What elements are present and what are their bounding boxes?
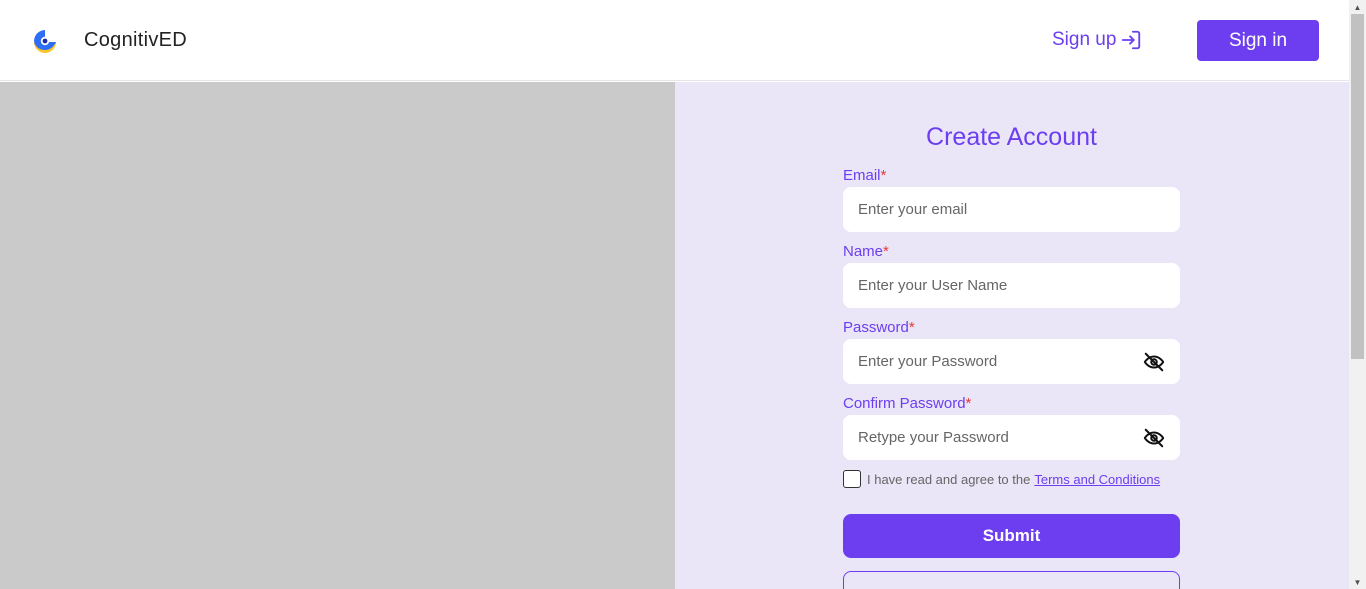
password-field[interactable] bbox=[843, 339, 1180, 384]
cognitived-logo-icon[interactable] bbox=[30, 26, 60, 56]
eye-off-icon[interactable] bbox=[1143, 351, 1165, 373]
brand-name[interactable]: CognitivED bbox=[84, 29, 187, 52]
scroll-down-arrow-icon[interactable]: ▼ bbox=[1349, 575, 1366, 589]
required-mark: * bbox=[908, 319, 915, 336]
scrollbar-thumb[interactable] bbox=[1351, 14, 1364, 359]
required-mark: * bbox=[880, 167, 887, 184]
page-title: Create Account bbox=[926, 123, 1097, 151]
name-field-wrapper bbox=[843, 263, 1180, 308]
email-label: Email* bbox=[843, 167, 887, 184]
signup-panel bbox=[675, 82, 1349, 589]
required-mark: * bbox=[965, 395, 972, 412]
confirm-password-label: Confirm Password* bbox=[843, 395, 972, 412]
scroll-up-arrow-icon[interactable]: ▲ bbox=[1349, 0, 1366, 14]
terms-row: I have read and agree to the Terms and C… bbox=[843, 470, 1160, 488]
top-nav-bar: CognitivED Sign up Sign in bbox=[0, 0, 1349, 81]
left-image-panel bbox=[0, 82, 675, 589]
confirm-password-field[interactable] bbox=[843, 415, 1180, 460]
confirm-password-field-wrapper bbox=[843, 415, 1180, 460]
terms-text: I have read and agree to the bbox=[867, 471, 1031, 487]
sign-up-link[interactable]: Sign up bbox=[1052, 29, 1142, 51]
password-field-wrapper bbox=[843, 339, 1180, 384]
sign-up-label: Sign up bbox=[1052, 29, 1117, 50]
sign-in-arrow-icon bbox=[1122, 30, 1141, 50]
terms-checkbox[interactable] bbox=[843, 470, 861, 488]
sign-in-secondary-button[interactable] bbox=[843, 571, 1180, 589]
email-field-wrapper bbox=[843, 187, 1180, 232]
password-label: Password* bbox=[843, 319, 915, 336]
terms-link[interactable]: Terms and Conditions bbox=[1034, 472, 1160, 487]
required-mark: * bbox=[883, 243, 889, 260]
email-field[interactable] bbox=[843, 187, 1180, 232]
vertical-scrollbar[interactable]: ▲ ▼ bbox=[1349, 0, 1366, 589]
name-field[interactable] bbox=[843, 263, 1180, 308]
name-label: Name* bbox=[843, 243, 889, 260]
sign-in-button[interactable]: Sign in bbox=[1197, 20, 1319, 61]
submit-button[interactable]: Submit bbox=[843, 514, 1180, 558]
eye-off-icon[interactable] bbox=[1143, 427, 1165, 449]
